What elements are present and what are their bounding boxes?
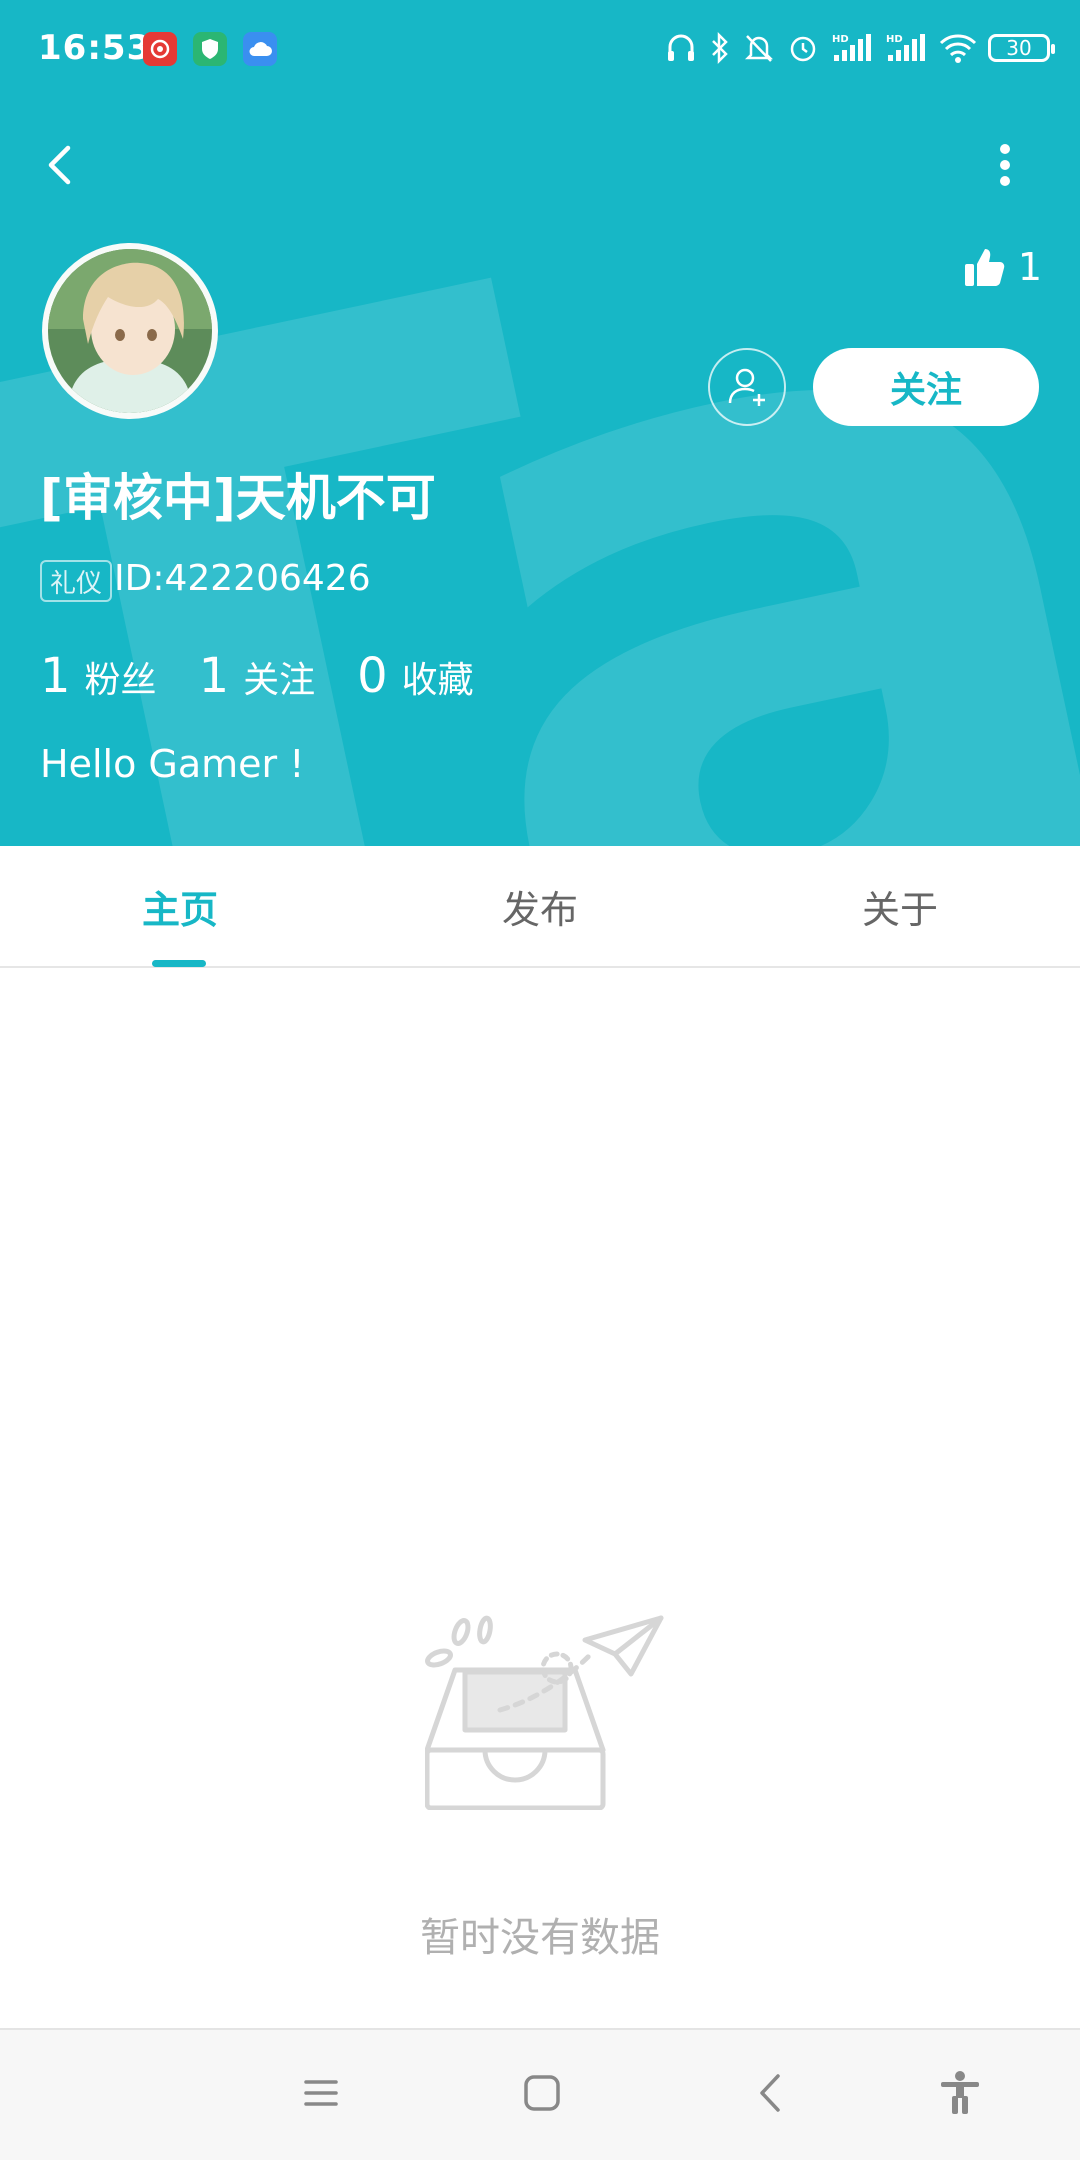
tab-home[interactable]: 主页: [0, 846, 360, 966]
add-friend-button[interactable]: [708, 348, 786, 426]
accessibility-icon[interactable]: [937, 2070, 983, 2116]
status-icons: HD HD 30: [664, 26, 1055, 70]
home-icon[interactable]: [519, 2070, 565, 2116]
user-bio: Hello Gamer !: [40, 742, 305, 786]
back-icon[interactable]: [748, 2070, 794, 2116]
likes-count: 1: [1017, 245, 1042, 289]
svg-text:HD: HD: [886, 34, 903, 45]
mute-icon: [742, 31, 776, 65]
tab-posts[interactable]: 发布: [360, 846, 720, 966]
headphone-icon: [664, 31, 698, 65]
followers-count[interactable]: 1: [40, 648, 71, 704]
battery-level: 30: [1006, 36, 1032, 60]
battery-icon: 30: [988, 34, 1055, 62]
security-shield-icon: [193, 32, 227, 66]
alarm-icon: [786, 31, 820, 65]
likes-counter[interactable]: 1: [962, 245, 1042, 289]
chevron-left-icon: [48, 145, 71, 185]
signal-hd-icon: HD: [830, 31, 874, 65]
add-user-icon: [728, 368, 765, 406]
following-count[interactable]: 1: [199, 648, 230, 704]
netease-music-icon: [143, 32, 177, 66]
empty-state-text: 暂时没有数据: [420, 1915, 660, 1961]
menu-icon[interactable]: [298, 2070, 344, 2116]
user-badge: 礼仪: [40, 560, 113, 602]
avatar[interactable]: [42, 243, 218, 419]
back-button[interactable]: [36, 140, 86, 190]
following-label[interactable]: 关注: [243, 651, 315, 703]
more-vertical-icon: [1000, 144, 1010, 186]
tab-bar: 主页 发布 关于: [0, 846, 1080, 968]
empty-inbox-icon: [425, 1615, 664, 1810]
tab-about[interactable]: 关于: [720, 846, 1080, 966]
wifi-icon: [938, 31, 978, 65]
follow-button[interactable]: 关注: [813, 348, 1039, 426]
status-time: 16:53: [38, 28, 152, 68]
signal-hd-icon: HD: [884, 31, 928, 65]
bluetooth-icon: [708, 31, 732, 65]
svg-text:HD: HD: [832, 34, 849, 45]
favorites-label[interactable]: 收藏: [402, 651, 474, 703]
user-id: ID:422206426: [114, 558, 371, 599]
favorites-count[interactable]: 0: [357, 648, 388, 704]
followers-label[interactable]: 粉丝: [85, 651, 157, 703]
thumbs-up-icon: [964, 249, 1005, 286]
username: [审核中]天机不可: [40, 469, 436, 527]
more-options-button[interactable]: [990, 140, 1020, 190]
active-tab-indicator: [152, 960, 206, 967]
cloud-icon: [243, 32, 277, 66]
user-stats: 1 粉丝 1 关注 0 收藏: [40, 648, 516, 704]
avatar-image: [48, 249, 212, 413]
